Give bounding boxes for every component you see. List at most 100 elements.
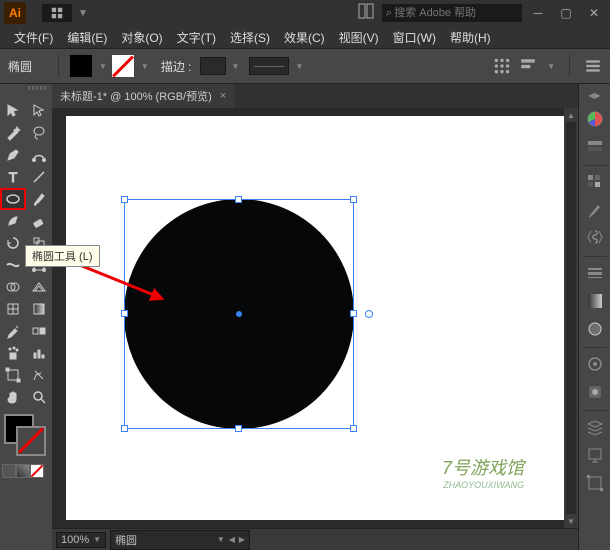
menu-type[interactable]: 文字(T)	[171, 27, 222, 48]
resize-handle[interactable]	[235, 196, 242, 203]
artboard-tool[interactable]	[0, 364, 26, 386]
resize-handle[interactable]	[350, 425, 357, 432]
arrange-docs-icon[interactable]	[358, 3, 378, 23]
eyedropper-tool[interactable]	[0, 320, 26, 342]
gradient-panel-icon[interactable]	[582, 288, 608, 314]
menu-window[interactable]: 窗口(W)	[387, 27, 442, 48]
stroke-profile-dropdown[interactable]	[249, 57, 289, 75]
collapse-panel-icon[interactable]: ◀▶	[582, 88, 608, 102]
close-button[interactable]: ✕	[582, 3, 606, 23]
shaper-tool[interactable]	[0, 210, 26, 232]
chevron-left-icon[interactable]: ◀	[229, 535, 235, 544]
resize-handle[interactable]	[121, 425, 128, 432]
chevron-down-icon[interactable]: ▼	[232, 62, 240, 71]
chevron-down-icon[interactable]: ▼	[217, 535, 225, 544]
scrollbar-track[interactable]	[566, 122, 576, 514]
rotate-tool[interactable]	[0, 232, 26, 254]
resize-handle[interactable]	[121, 310, 128, 317]
magic-wand-tool[interactable]	[0, 122, 26, 144]
menu-select[interactable]: 选择(S)	[224, 27, 276, 48]
slice-tool[interactable]	[26, 364, 52, 386]
document-tab[interactable]: 未标题-1* @ 100% (RGB/预览) ×	[52, 84, 234, 108]
color-mode-solid[interactable]	[2, 464, 16, 478]
panel-grip-icon[interactable]	[28, 86, 48, 90]
artboard[interactable]: 7号游戏馆 ZHAOYOUXIWANG	[66, 116, 564, 520]
width-tool[interactable]	[0, 254, 26, 276]
artboard-nav-dropdown[interactable]: 椭圆 ▼ ◀ ▶	[110, 530, 250, 550]
chevron-down-icon[interactable]: ▼	[78, 8, 88, 19]
menu-view[interactable]: 视图(V)	[333, 27, 385, 48]
chevron-down-icon[interactable]: ▼	[93, 535, 101, 544]
menu-effect[interactable]: 效果(C)	[278, 27, 331, 48]
search-box[interactable]: ⌕	[382, 4, 522, 22]
grid-view-icon[interactable]	[493, 57, 511, 75]
color-mode-none[interactable]	[30, 464, 44, 478]
chevron-right-icon[interactable]: ▶	[239, 535, 245, 544]
close-icon[interactable]: ×	[220, 90, 226, 102]
perspective-grid-tool[interactable]	[26, 276, 52, 298]
asset-export-panel-icon[interactable]	[582, 442, 608, 468]
align-icon[interactable]	[519, 57, 537, 75]
color-mode-gradient[interactable]	[16, 464, 30, 478]
stroke-panel-icon[interactable]	[582, 260, 608, 286]
chevron-down-icon[interactable]: ▼	[99, 62, 107, 71]
graphic-styles-panel-icon[interactable]	[582, 379, 608, 405]
selection-bounding-box[interactable]	[124, 199, 354, 429]
artboards-panel-icon[interactable]	[582, 470, 608, 496]
search-input[interactable]	[394, 7, 518, 19]
curvature-tool[interactable]	[26, 144, 52, 166]
symbol-sprayer-tool[interactable]	[0, 342, 26, 364]
mesh-tool[interactable]	[0, 298, 26, 320]
pie-widget-handle[interactable]	[365, 310, 373, 318]
document-tabs: 未标题-1* @ 100% (RGB/预览) ×	[52, 84, 578, 108]
panel-menu-icon[interactable]	[584, 57, 602, 75]
color-guide-panel-icon[interactable]	[582, 134, 608, 160]
canvas-viewport[interactable]: 7号游戏馆 ZHAOYOUXIWANG ▲ ▼	[52, 108, 578, 528]
symbols-panel-icon[interactable]	[582, 225, 608, 251]
brushes-panel-icon[interactable]	[582, 197, 608, 223]
menu-object[interactable]: 对象(O)	[115, 27, 168, 48]
stroke-color-swatch[interactable]	[16, 426, 46, 456]
menu-edit[interactable]: 编辑(E)	[61, 27, 113, 48]
scroll-down-icon[interactable]: ▼	[564, 514, 578, 528]
scroll-up-icon[interactable]: ▲	[564, 108, 578, 122]
menu-help[interactable]: 帮助(H)	[444, 27, 497, 48]
workspace-switcher-icon[interactable]	[42, 4, 72, 22]
transparency-panel-icon[interactable]	[582, 316, 608, 342]
resize-handle[interactable]	[350, 310, 357, 317]
stroke-weight-input[interactable]	[200, 57, 226, 75]
eraser-tool[interactable]	[26, 210, 52, 232]
resize-handle[interactable]	[350, 196, 357, 203]
zoom-tool[interactable]	[26, 386, 52, 408]
layers-panel-icon[interactable]	[582, 414, 608, 440]
swatches-panel-icon[interactable]	[582, 169, 608, 195]
stroke-swatch-none-icon[interactable]	[111, 54, 135, 78]
paintbrush-tool[interactable]	[26, 188, 52, 210]
resize-handle[interactable]	[121, 196, 128, 203]
minimize-button[interactable]: ─	[526, 3, 550, 23]
column-graph-tool[interactable]	[26, 342, 52, 364]
chevron-down-icon[interactable]: ▼	[547, 62, 555, 71]
maximize-button[interactable]: ▢	[554, 3, 578, 23]
ellipse-tool[interactable]	[0, 188, 26, 210]
type-tool[interactable]: T	[0, 166, 26, 188]
blend-tool[interactable]	[26, 320, 52, 342]
fill-swatch[interactable]	[69, 54, 93, 78]
pen-tool[interactable]	[0, 144, 26, 166]
shape-builder-tool[interactable]	[0, 276, 26, 298]
fill-stroke-swatches[interactable]	[0, 412, 52, 462]
zoom-level-dropdown[interactable]: 100% ▼	[56, 532, 106, 548]
hand-tool[interactable]	[0, 386, 26, 408]
chevron-down-icon[interactable]: ▼	[295, 62, 303, 71]
direct-selection-tool[interactable]	[26, 100, 52, 122]
line-segment-tool[interactable]	[26, 166, 52, 188]
selection-tool[interactable]	[0, 100, 26, 122]
chevron-down-icon[interactable]: ▼	[141, 62, 149, 71]
appearance-panel-icon[interactable]	[582, 351, 608, 377]
lasso-tool[interactable]	[26, 122, 52, 144]
resize-handle[interactable]	[235, 425, 242, 432]
color-panel-icon[interactable]	[582, 106, 608, 132]
vertical-scrollbar[interactable]: ▲ ▼	[564, 108, 578, 528]
gradient-tool[interactable]	[26, 298, 52, 320]
menu-file[interactable]: 文件(F)	[8, 27, 59, 48]
